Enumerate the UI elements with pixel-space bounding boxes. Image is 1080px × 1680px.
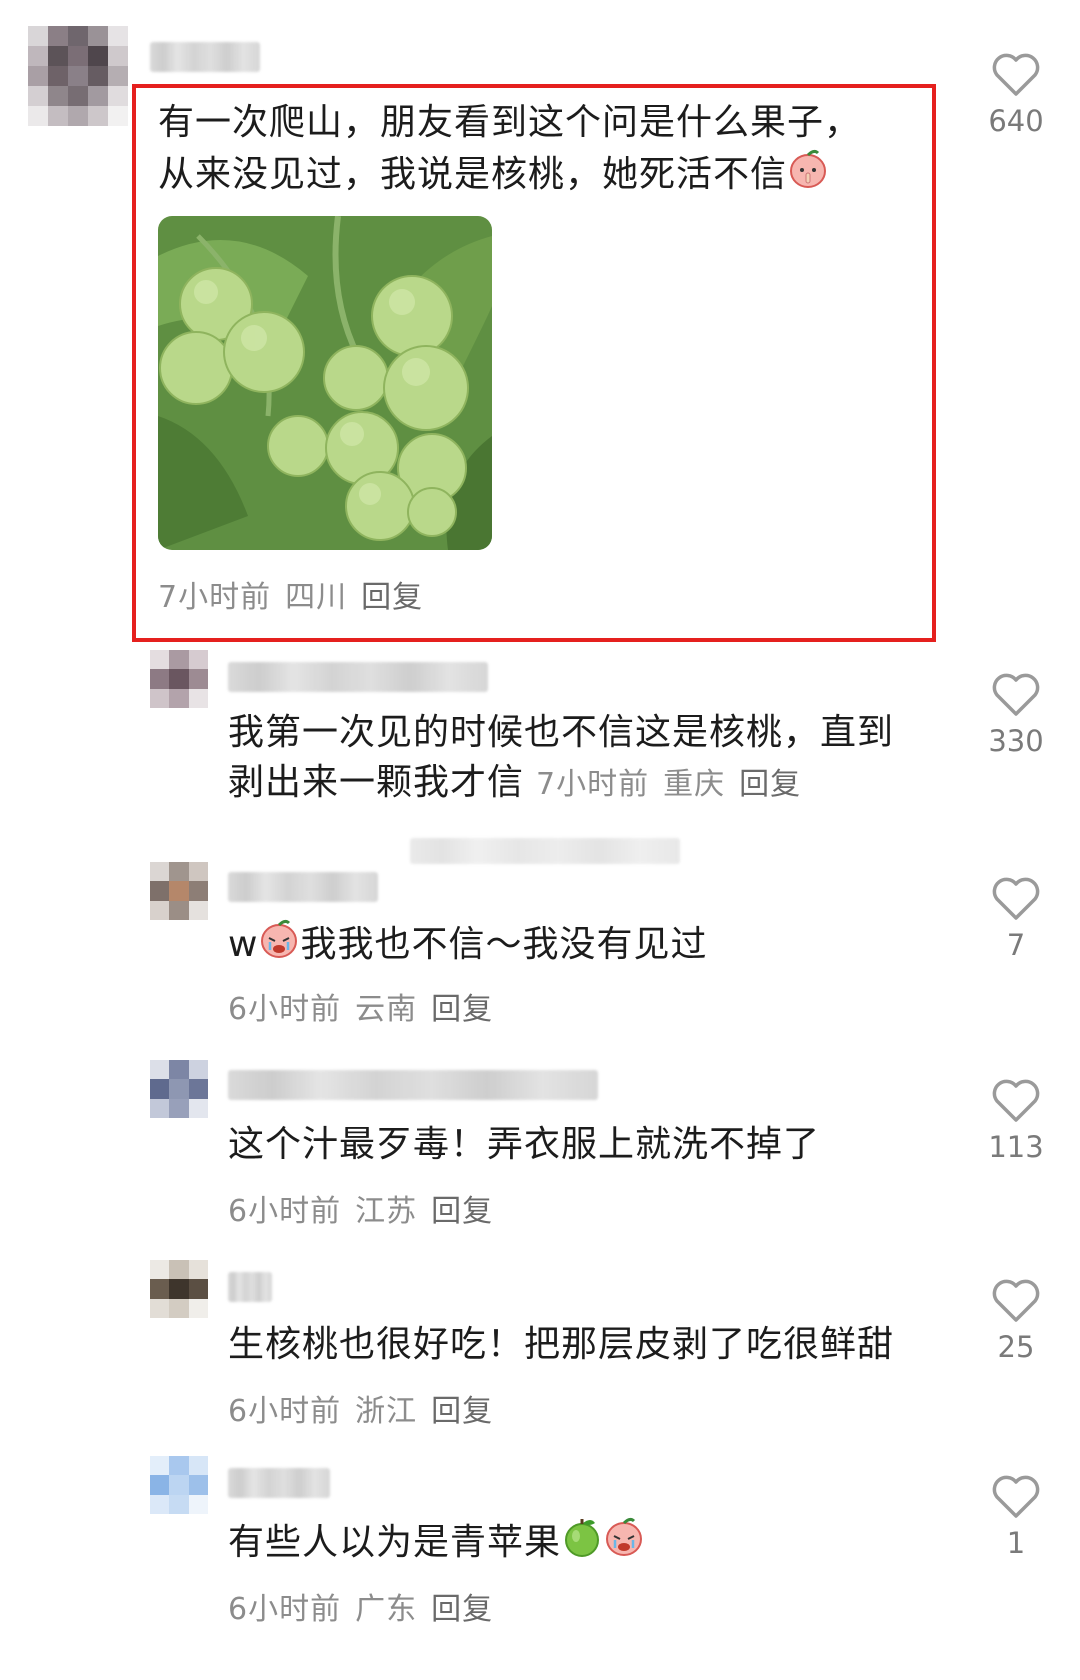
avatar[interactable] [150, 862, 208, 920]
username-blurred[interactable] [228, 1272, 272, 1302]
comment-meta: 6小时前 江苏 回复 [228, 1186, 507, 1230]
heart-icon [992, 1079, 1040, 1122]
comment-location: 江苏 [355, 1194, 418, 1229]
like-count: 1 [1006, 1526, 1026, 1560]
like-count: 25 [997, 1330, 1035, 1364]
green-apple-emoji-icon [561, 1516, 603, 1572]
comment-time: 6小时前 [228, 992, 342, 1027]
heart-icon [992, 673, 1040, 716]
reply-button[interactable]: 回复 [431, 992, 493, 1027]
avatar[interactable] [28, 26, 128, 126]
comment-text: 生核桃也很好吃！把那层皮剥了吃很鲜甜 [228, 1324, 895, 1365]
like-count: 113 [988, 1130, 1044, 1164]
comment-location: 云南 [355, 992, 418, 1027]
peach-cry-emoji-icon [258, 918, 300, 974]
comment-location: 广东 [355, 1592, 418, 1627]
comment-image[interactable] [158, 216, 492, 550]
comment-time: 6小时前 [228, 1592, 342, 1627]
username-blurred[interactable] [228, 1070, 598, 1100]
avatar[interactable] [150, 1260, 208, 1318]
avatar[interactable] [150, 1456, 208, 1514]
peach-shush-emoji-icon [787, 148, 829, 204]
comment-time: 7小时前 [536, 767, 650, 802]
comment-meta: 6小时前 浙江 回复 [228, 1386, 507, 1430]
username-blurred[interactable] [228, 1468, 330, 1498]
comment-meta: 6小时前 云南 回复 [228, 984, 507, 1028]
like-button[interactable]: 330 [976, 672, 1056, 758]
avatar[interactable] [150, 650, 208, 708]
comment-line: 我第一次见的时候也不信这是核桃，直到 [228, 712, 895, 753]
username-blurred[interactable] [150, 42, 260, 72]
comment-time: 6小时前 [228, 1394, 342, 1429]
comment-time: 6小时前 [228, 1194, 342, 1229]
comment-location: 浙江 [355, 1394, 418, 1429]
reply-button[interactable]: 回复 [361, 580, 423, 615]
comment-meta: 6小时前 广东 回复 [228, 1584, 507, 1628]
comment-location: 四川 [285, 580, 348, 615]
like-button[interactable]: 113 [976, 1078, 1056, 1164]
like-button[interactable]: 640 [976, 52, 1056, 138]
heart-icon [992, 1475, 1040, 1518]
reply-button[interactable]: 回复 [431, 1194, 493, 1229]
username-blurred[interactable] [228, 872, 378, 902]
avatar[interactable] [150, 1060, 208, 1118]
reply-button[interactable]: 回复 [431, 1592, 493, 1627]
comment-line: 从来没见过，我说是核桃，她死活不信 [158, 148, 861, 204]
like-button[interactable]: 1 [976, 1474, 1056, 1560]
comment-time: 7小时前 [158, 580, 272, 615]
heart-icon [992, 53, 1040, 96]
heart-icon [992, 1279, 1040, 1322]
collapsed-replies-blurred[interactable] [410, 838, 680, 864]
comment-text: 有一次爬山，朋友看到这个问是什么果子， 从来没见过，我说是核桃，她死活不信 [158, 98, 861, 204]
reply-button[interactable]: 回复 [739, 767, 801, 802]
like-count: 640 [988, 104, 1044, 138]
comment-line: 剥出来一颗我才信 7小时前 重庆 回复 [228, 762, 802, 803]
reply-button[interactable]: 回复 [431, 1394, 493, 1429]
peach-cry-emoji-icon [603, 1516, 645, 1572]
username-blurred[interactable] [228, 662, 488, 692]
like-button[interactable]: 25 [976, 1278, 1056, 1364]
comment-text: 我第一次见的时候也不信这是核桃，直到 剥出来一颗我才信 7小时前 重庆 回复 [228, 708, 894, 810]
comment-meta: 7小时前 四川 回复 [158, 572, 437, 616]
comment-text: 这个汁最歹毒！弄衣服上就洗不掉了 [228, 1124, 821, 1165]
heart-icon [992, 877, 1040, 920]
comment-line: 有一次爬山，朋友看到这个问是什么果子， [158, 102, 862, 143]
like-count: 7 [1006, 928, 1026, 962]
like-button[interactable]: 7 [976, 876, 1056, 962]
comment-text: w 我我也不信～我没有见过 [228, 918, 707, 974]
comment-location: 重庆 [663, 767, 726, 802]
comment-text: 有些人以为是青苹果 [228, 1516, 645, 1572]
like-count: 330 [988, 724, 1044, 758]
green-walnuts-photo-icon [158, 216, 492, 550]
